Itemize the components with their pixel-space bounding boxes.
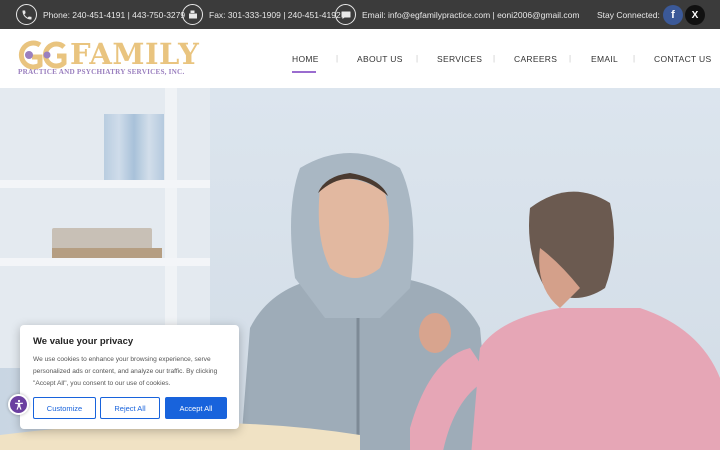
email-icon: [335, 4, 356, 25]
basket: [52, 248, 162, 258]
nav-home[interactable]: HOME: [292, 54, 319, 64]
email-text[interactable]: Email: info@egfamilypractice.com | eoni2…: [362, 10, 579, 20]
facebook-icon[interactable]: f: [663, 5, 683, 25]
nav-separator: |: [416, 54, 419, 63]
cookie-title: We value your privacy: [33, 336, 134, 347]
contact-topbar: Phone: 240-451-4191 | 443-750-3279 Fax: …: [0, 0, 720, 29]
accessibility-icon: [14, 399, 23, 410]
fax-text: Fax: 301-333-1909 | 240-451-4192: [209, 9, 341, 20]
x-icon[interactable]: X: [685, 5, 705, 25]
nav-active-indicator: [292, 71, 316, 73]
email-info: Email: info@egfamilypractice.com | eoni2…: [335, 0, 579, 29]
phone-info: Phone: 240-451-4191 | 443-750-3279: [16, 0, 185, 29]
nav-careers[interactable]: CAREERS: [514, 54, 557, 64]
shelf-board: [0, 180, 210, 188]
nav-email[interactable]: EMAIL: [591, 54, 618, 64]
reject-all-button[interactable]: Reject All: [100, 397, 160, 419]
cookie-consent-banner: We value your privacy We use cookies to …: [20, 325, 239, 429]
basket: [52, 228, 152, 250]
phone-text: Phone: 240-451-4191 | 443-750-3279: [43, 9, 186, 20]
phone-icon: [16, 4, 37, 25]
nav-about-us[interactable]: ABOUT US: [357, 54, 403, 64]
site-header: FAMILY PRACTICE AND PSYCHIATRY SERVICES,…: [0, 29, 720, 88]
nav-separator: |: [633, 54, 636, 63]
logo-tagline: PRACTICE AND PSYCHIATRY SERVICES, INC.: [18, 68, 185, 76]
nav-contact-us[interactable]: CONTACT US: [654, 54, 711, 64]
nav-separator: |: [569, 54, 572, 63]
books: [104, 114, 164, 180]
stay-connected-label: Stay Connected:: [597, 9, 660, 20]
site-logo[interactable]: FAMILY PRACTICE AND PSYCHIATRY SERVICES,…: [16, 37, 199, 79]
nav-separator: |: [336, 54, 339, 63]
eg-logo-mark: [18, 40, 67, 70]
fax-info: Fax: 301-333-1909 | 240-451-4192: [182, 0, 341, 29]
shelf-board: [0, 258, 210, 266]
logo-wordmark: FAMILY: [70, 37, 200, 71]
accessibility-button[interactable]: [8, 394, 29, 415]
accept-all-button[interactable]: Accept All: [165, 397, 227, 419]
customize-button[interactable]: Customize: [33, 397, 96, 419]
fax-icon: [182, 4, 203, 25]
nav-services[interactable]: SERVICES: [437, 54, 482, 64]
nav-separator: |: [493, 54, 496, 63]
therapist-figure: [410, 191, 720, 450]
cookie-body: We use cookies to enhance your browsing …: [33, 356, 218, 387]
